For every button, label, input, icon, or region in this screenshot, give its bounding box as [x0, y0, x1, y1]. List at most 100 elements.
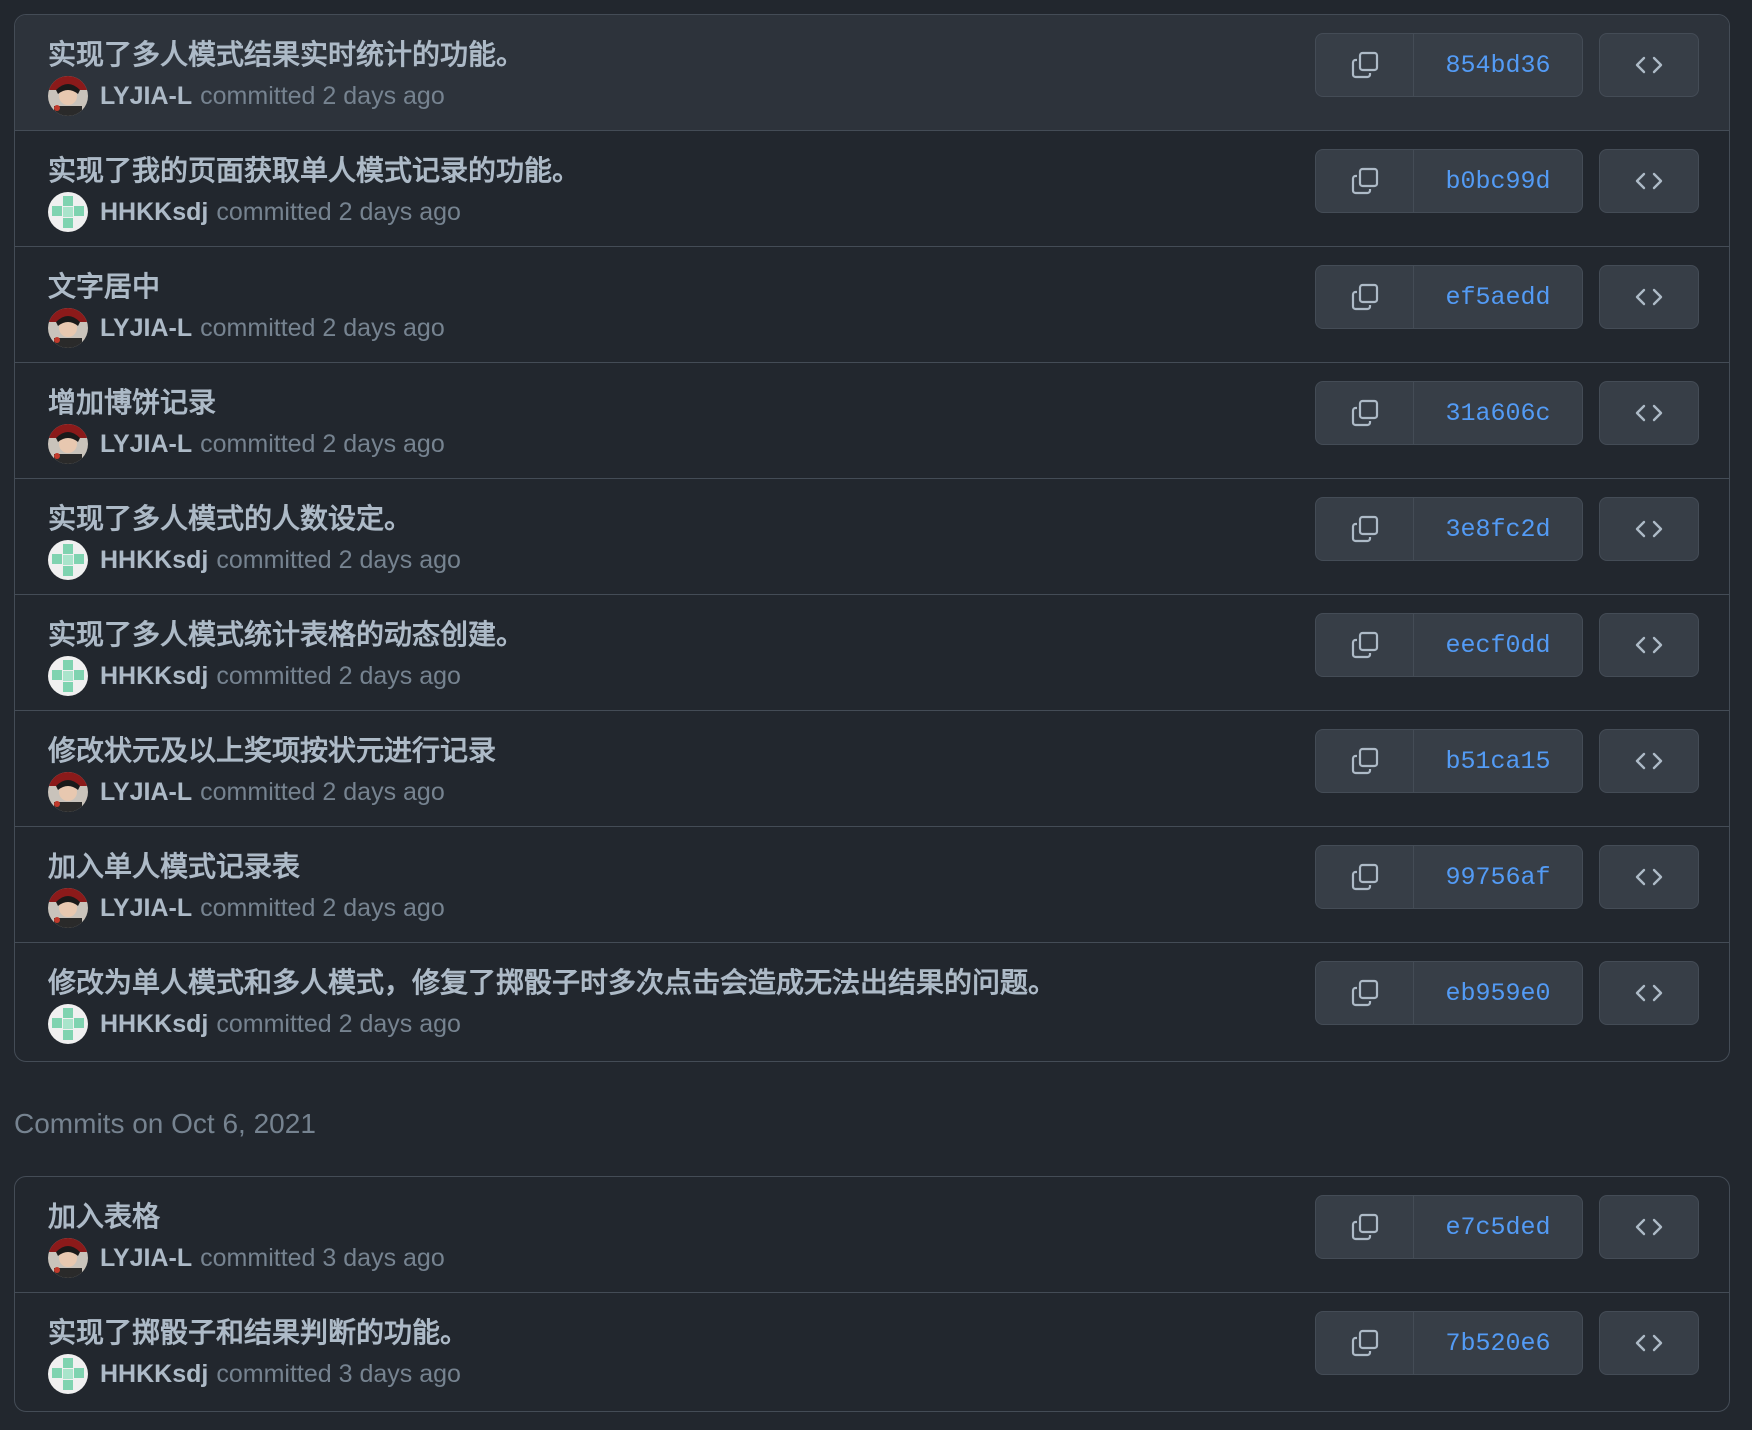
copy-sha-button[interactable]	[1316, 846, 1414, 908]
copy-sha-button[interactable]	[1316, 34, 1414, 96]
commit-meta: HHKKsdj committed 2 days ago	[48, 1003, 461, 1045]
identicon-avatar-icon	[48, 1354, 88, 1394]
copy-icon	[1351, 1213, 1378, 1241]
commit-message-link[interactable]: 实现了掷骰子和结果判断的功能。	[48, 1311, 468, 1351]
commit-row: 加入单人模式记录表 LYJIA-L committed 2 days ago 9975…	[15, 826, 1729, 942]
identicon-avatar-icon	[48, 192, 88, 232]
copy-sha-button[interactable]	[1316, 498, 1414, 560]
browse-repository-button[interactable]	[1599, 1195, 1699, 1259]
commit-sha-link[interactable]: 7b520e6	[1414, 1312, 1582, 1374]
commit-sha-link[interactable]: eecf0dd	[1414, 614, 1582, 676]
commit-row: 实现了多人模式结果实时统计的功能。 LYJIA-L committed 2 days…	[15, 15, 1729, 130]
commit-sha-button-group: 7b520e6	[1315, 1311, 1583, 1375]
commit-sha-link[interactable]: b0bc99d	[1414, 150, 1582, 212]
commit-sha-link[interactable]: ef5aedd	[1414, 266, 1582, 328]
copy-icon	[1351, 979, 1378, 1007]
commit-meta: HHKKsdj committed 3 days ago	[48, 1353, 461, 1395]
commit-sha-button-group: ef5aedd	[1315, 265, 1583, 329]
code-icon	[1635, 288, 1663, 306]
commit-time: committed 2 days ago	[200, 777, 445, 806]
commit-message-link[interactable]: 修改为单人模式和多人模式，修复了掷骰子时多次点击会造成无法出结果的问题。	[48, 961, 1056, 1001]
avatar[interactable]	[48, 76, 88, 116]
browse-repository-button[interactable]	[1599, 497, 1699, 561]
browse-repository-button[interactable]	[1599, 961, 1699, 1025]
commit-author-link[interactable]: HHKKsdj	[100, 1010, 208, 1039]
commit-author-link[interactable]: LYJIA-L	[100, 894, 192, 923]
avatar[interactable]	[48, 656, 88, 696]
copy-icon	[1351, 631, 1378, 659]
copy-sha-button[interactable]	[1316, 150, 1414, 212]
copy-sha-button[interactable]	[1316, 614, 1414, 676]
browse-repository-button[interactable]	[1599, 729, 1699, 793]
avatar[interactable]	[48, 192, 88, 232]
browse-repository-button[interactable]	[1599, 265, 1699, 329]
commit-message-link[interactable]: 实现了多人模式统计表格的动态创建。	[48, 613, 524, 653]
browse-repository-button[interactable]	[1599, 33, 1699, 97]
commit-author-link[interactable]: HHKKsdj	[100, 1360, 208, 1389]
avatar[interactable]	[48, 1238, 88, 1278]
commit-row: 实现了多人模式的人数设定。 HHKKsdj committed 2 days ago…	[15, 478, 1729, 594]
commit-author-link[interactable]: LYJIA-L	[100, 314, 192, 343]
browse-repository-button[interactable]	[1599, 1311, 1699, 1375]
copy-sha-button[interactable]	[1316, 1312, 1414, 1374]
copy-sha-button[interactable]	[1316, 1196, 1414, 1258]
commit-message-link[interactable]: 加入单人模式记录表	[48, 845, 300, 885]
commit-meta: LYJIA-L committed 2 days ago	[48, 307, 445, 349]
commit-sha-link[interactable]: 31a606c	[1414, 382, 1582, 444]
commit-message-link[interactable]: 增加博饼记录	[48, 381, 216, 421]
code-icon	[1635, 520, 1663, 538]
avatar[interactable]	[48, 308, 88, 348]
avatar[interactable]	[48, 1354, 88, 1394]
commit-sha-link[interactable]: 99756af	[1414, 846, 1582, 908]
commit-meta: LYJIA-L committed 2 days ago	[48, 75, 445, 117]
commit-sha-button-group: eb959e0	[1315, 961, 1583, 1025]
commit-sha-button-group: eecf0dd	[1315, 613, 1583, 677]
copy-icon	[1351, 399, 1378, 427]
photo-avatar-icon	[48, 772, 88, 812]
commit-author-link[interactable]: LYJIA-L	[100, 778, 192, 807]
commit-row: 加入表格 LYJIA-L committed 3 days ago e7c5ded	[15, 1177, 1729, 1292]
commit-author-link[interactable]: HHKKsdj	[100, 662, 208, 691]
commit-message-link[interactable]: 文字居中	[48, 265, 160, 305]
browse-repository-button[interactable]	[1599, 149, 1699, 213]
copy-sha-button[interactable]	[1316, 962, 1414, 1024]
copy-icon	[1351, 1329, 1378, 1357]
commit-message-link[interactable]: 加入表格	[48, 1195, 160, 1235]
avatar[interactable]	[48, 888, 88, 928]
commit-group-recent: 实现了多人模式结果实时统计的功能。 LYJIA-L committed 2 days…	[14, 14, 1730, 1062]
commit-sha-button-group: 854bd36	[1315, 33, 1583, 97]
commit-sha-link[interactable]: b51ca15	[1414, 730, 1582, 792]
avatar[interactable]	[48, 1004, 88, 1044]
photo-avatar-icon	[48, 1238, 88, 1278]
avatar[interactable]	[48, 424, 88, 464]
browse-repository-button[interactable]	[1599, 613, 1699, 677]
commit-meta: LYJIA-L committed 2 days ago	[48, 423, 445, 465]
avatar[interactable]	[48, 772, 88, 812]
copy-sha-button[interactable]	[1316, 730, 1414, 792]
commit-author-link[interactable]: HHKKsdj	[100, 198, 208, 227]
commit-author-link[interactable]: HHKKsdj	[100, 546, 208, 575]
commit-message-link[interactable]: 实现了多人模式结果实时统计的功能。	[48, 33, 524, 73]
code-icon	[1635, 868, 1663, 886]
commit-author-link[interactable]: LYJIA-L	[100, 1244, 192, 1273]
code-icon	[1635, 1218, 1663, 1236]
commit-message-link[interactable]: 修改状元及以上奖项按状元进行记录	[48, 729, 496, 769]
commit-author-link[interactable]: LYJIA-L	[100, 430, 192, 459]
commit-sha-link[interactable]: e7c5ded	[1414, 1196, 1582, 1258]
avatar[interactable]	[48, 540, 88, 580]
photo-avatar-icon	[48, 308, 88, 348]
commit-row: 增加博饼记录 LYJIA-L committed 2 days ago 31a606c	[15, 362, 1729, 478]
commit-sha-link[interactable]: 854bd36	[1414, 34, 1582, 96]
commit-message-link[interactable]: 实现了多人模式的人数设定。	[48, 497, 412, 537]
photo-avatar-icon	[48, 424, 88, 464]
commit-sha-link[interactable]: eb959e0	[1414, 962, 1582, 1024]
copy-sha-button[interactable]	[1316, 382, 1414, 444]
copy-icon	[1351, 747, 1378, 775]
commit-message-link[interactable]: 实现了我的页面获取单人模式记录的功能。	[48, 149, 580, 189]
commit-sha-link[interactable]: 3e8fc2d	[1414, 498, 1582, 560]
browse-repository-button[interactable]	[1599, 845, 1699, 909]
commit-author-link[interactable]: LYJIA-L	[100, 82, 192, 111]
photo-avatar-icon	[48, 888, 88, 928]
browse-repository-button[interactable]	[1599, 381, 1699, 445]
copy-sha-button[interactable]	[1316, 266, 1414, 328]
